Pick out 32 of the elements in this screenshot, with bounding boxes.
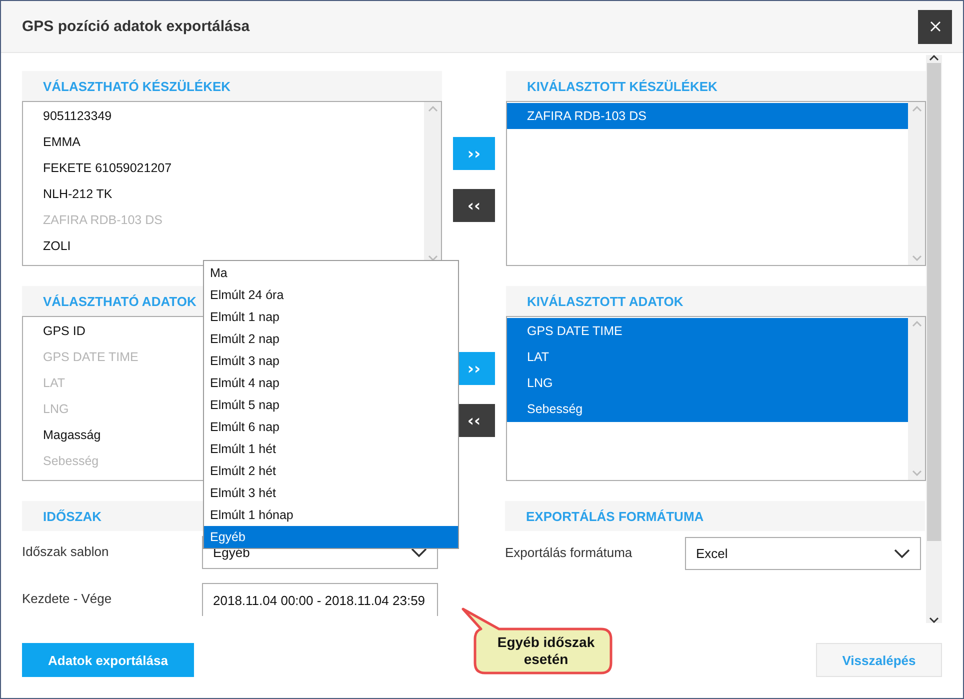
field-label: Kezdete - Vége bbox=[22, 590, 113, 606]
list-item[interactable]: NLH-212 TK bbox=[23, 181, 424, 207]
section-title: EXPORTÁLÁS FORMÁTUMA bbox=[526, 508, 704, 524]
field-label: Időszak sablon bbox=[22, 543, 110, 559]
list-item[interactable]: 9051123349 bbox=[23, 103, 424, 129]
field-label: Exportálás formátuma bbox=[505, 544, 634, 560]
chevron-down-icon bbox=[411, 548, 427, 558]
section-title: VÁLASZTHATÓ ADATOK bbox=[43, 294, 196, 308]
section-title: KIVÁLASZTOTT KÉSZÜLÉKEK bbox=[527, 78, 718, 94]
scrollbar[interactable] bbox=[926, 55, 942, 623]
list-item[interactable]: GPS DATE TIME bbox=[507, 318, 908, 344]
list-item[interactable]: ZAFIRA RDB-103 DS bbox=[507, 103, 908, 129]
close-icon bbox=[930, 21, 940, 32]
format-select[interactable]: Excel bbox=[685, 537, 921, 570]
dialog-title: GPS pozíció adatok exportálása bbox=[22, 18, 250, 35]
list-item[interactable]: Sebesség bbox=[507, 396, 908, 422]
list-item[interactable]: ZOLI bbox=[23, 233, 424, 259]
list-item[interactable]: EMMA bbox=[23, 129, 424, 155]
date-range-field[interactable]: 2018.11.04 00:00 - 2018.11.04 23:59 bbox=[202, 583, 438, 616]
chevron-down-icon bbox=[894, 548, 910, 558]
list-item[interactable]: LNG bbox=[507, 370, 908, 396]
scroll-down-icon[interactable] bbox=[929, 617, 939, 623]
close-button[interactable] bbox=[918, 10, 952, 44]
section-title: KIVÁLASZTOTT ADATOK bbox=[527, 294, 684, 308]
remove-button[interactable]: ‹‹ bbox=[453, 189, 495, 222]
list-item[interactable]: LAT bbox=[507, 344, 908, 370]
section-title: IDŐSZAK bbox=[43, 508, 102, 524]
scroll-thumb[interactable] bbox=[927, 63, 941, 541]
list-item[interactable]: FEKETE 61059021207 bbox=[23, 155, 424, 181]
section-title: VÁLASZTHATÓ KÉSZÜLÉKEK bbox=[43, 78, 231, 94]
scroll-up-icon[interactable] bbox=[929, 55, 939, 61]
dropdown-option[interactable]: Egyéb bbox=[204, 526, 458, 548]
